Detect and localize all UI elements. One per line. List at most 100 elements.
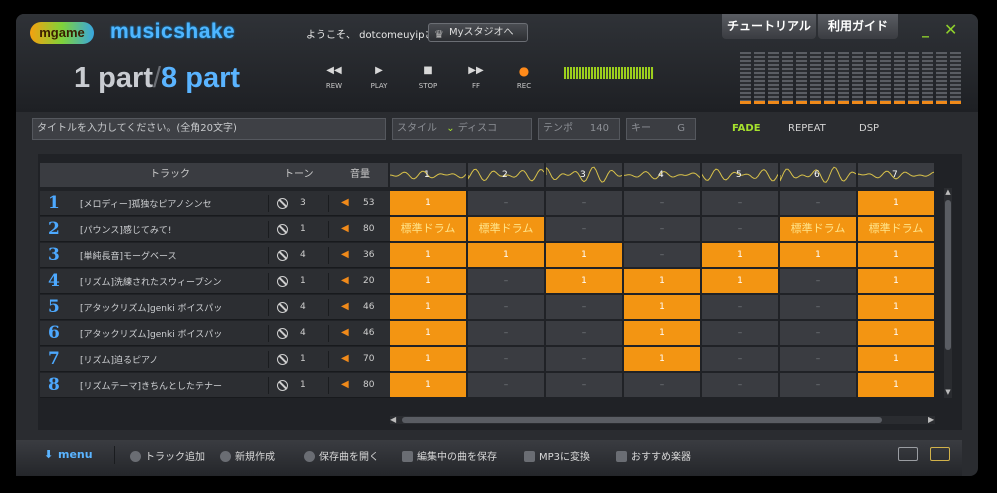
track-tone[interactable]: 1	[300, 354, 306, 364]
mute-icon[interactable]	[277, 276, 288, 287]
pattern-cell[interactable]: 1	[390, 191, 466, 215]
pattern-cell[interactable]: 1	[624, 321, 700, 345]
mute-icon[interactable]	[277, 328, 288, 339]
track-name[interactable]: [パウンス]感じてみて!	[80, 223, 270, 236]
pattern-cell[interactable]: 1	[468, 243, 544, 267]
scroll-right-icon[interactable]: ▶	[928, 415, 934, 424]
volume-icon[interactable]: ◀	[341, 197, 349, 208]
track-tone[interactable]: 3	[300, 198, 306, 208]
pattern-cell[interactable]: –	[624, 217, 700, 241]
new-song-button[interactable]: 新規作成	[220, 448, 275, 463]
logo[interactable]: mgame	[30, 22, 94, 44]
tab-guide[interactable]: 利用ガイド	[818, 14, 898, 39]
recommended-instruments-button[interactable]: おすすめ楽器	[616, 448, 691, 463]
mute-icon[interactable]	[277, 250, 288, 261]
tab-tutorial[interactable]: チュートリアル	[722, 14, 816, 39]
track-name[interactable]: [アタックリズム]genki ボイスパッ	[80, 301, 270, 314]
volume-icon[interactable]: ◀	[341, 275, 349, 286]
pattern-cell[interactable]: 1	[624, 295, 700, 319]
menu-button[interactable]: ⬇ menu	[42, 446, 124, 464]
horizontal-scroll-thumb[interactable]	[402, 417, 882, 423]
tempo-field[interactable]: テンポ 140	[538, 118, 620, 140]
pattern-cell[interactable]: 1	[390, 243, 466, 267]
pattern-cell[interactable]: –	[468, 321, 544, 345]
scroll-up-icon[interactable]: ▲	[944, 188, 952, 196]
pattern-cell[interactable]: 1	[390, 321, 466, 345]
repeat-toggle[interactable]: REPEAT	[788, 123, 826, 134]
volume-icon[interactable]: ◀	[341, 223, 349, 234]
track-volume[interactable]: 80	[363, 224, 374, 234]
mute-icon[interactable]	[277, 198, 288, 209]
pattern-cell[interactable]: 1	[780, 243, 856, 267]
pattern-cell[interactable]: –	[546, 373, 622, 397]
pattern-cell[interactable]: 1	[390, 373, 466, 397]
pattern-cell[interactable]: 1	[858, 191, 934, 215]
dsp-toggle[interactable]: DSP	[859, 123, 879, 134]
window-view-icon[interactable]	[898, 447, 918, 461]
track-row[interactable]: 5 [アタックリズム]genki ボイスパッ 4 ◀ 46	[40, 295, 391, 320]
pattern-cell[interactable]: –	[468, 269, 544, 293]
measure-header[interactable]: 7	[858, 163, 934, 187]
mute-icon[interactable]	[277, 380, 288, 391]
track-row[interactable]: 8 [リズムテーマ]きちんとしたテナー 1 ◀ 80	[40, 373, 391, 398]
mute-icon[interactable]	[277, 354, 288, 365]
pattern-cell[interactable]: 標準ドラム	[390, 217, 466, 241]
pattern-cell[interactable]: –	[624, 373, 700, 397]
pattern-cell[interactable]: 標準ドラム	[468, 217, 544, 241]
pattern-cell[interactable]: –	[780, 347, 856, 371]
volume-icon[interactable]: ◀	[341, 327, 349, 338]
track-tone[interactable]: 1	[300, 276, 306, 286]
pattern-cell[interactable]: –	[780, 191, 856, 215]
pattern-cell[interactable]: –	[780, 321, 856, 345]
pattern-cell[interactable]: 1	[546, 269, 622, 293]
volume-icon[interactable]: ◀	[341, 353, 349, 364]
pattern-cell[interactable]: –	[780, 373, 856, 397]
track-row[interactable]: 1 [メロディー]孤独なピアノシンセ 3 ◀ 53	[40, 191, 391, 216]
pattern-cell[interactable]: –	[468, 373, 544, 397]
pattern-cell[interactable]: –	[702, 217, 778, 241]
play-button[interactable]: ▶ PLAY	[359, 64, 399, 90]
pattern-cell[interactable]: –	[702, 373, 778, 397]
pattern-cell[interactable]: 1	[702, 269, 778, 293]
pattern-cell[interactable]: 1	[390, 347, 466, 371]
pattern-cell[interactable]: –	[546, 347, 622, 371]
pattern-cell[interactable]: –	[702, 295, 778, 319]
pattern-cell[interactable]: –	[468, 295, 544, 319]
track-row[interactable]: 7 [リズム]迫るピアノ 1 ◀ 70	[40, 347, 391, 372]
pattern-cell[interactable]: 1	[858, 295, 934, 319]
track-row[interactable]: 3 [単純長音]モーグベース 4 ◀ 36	[40, 243, 391, 268]
add-track-button[interactable]: トラック追加	[130, 448, 205, 463]
track-tone[interactable]: 1	[300, 224, 306, 234]
track-volume[interactable]: 80	[363, 380, 374, 390]
mute-icon[interactable]	[277, 224, 288, 235]
horizontal-scrollbar[interactable]: ◀ ▶	[390, 415, 935, 424]
track-tone[interactable]: 4	[300, 250, 306, 260]
track-name[interactable]: [単純長音]モーグベース	[80, 249, 270, 262]
pattern-cell[interactable]: 1	[858, 243, 934, 267]
pattern-cell[interactable]: 1	[546, 243, 622, 267]
fade-toggle[interactable]: FADE	[732, 123, 761, 134]
mystudio-button[interactable]: ♛ Myスタジオへ	[428, 23, 528, 42]
measure-header[interactable]: 4	[624, 163, 700, 187]
measure-header[interactable]: 2	[468, 163, 544, 187]
pattern-cell[interactable]: –	[624, 243, 700, 267]
compact-view-icon[interactable]	[930, 447, 950, 461]
track-tone[interactable]: 4	[300, 328, 306, 338]
pattern-cell[interactable]: –	[468, 191, 544, 215]
pattern-cell[interactable]: –	[702, 191, 778, 215]
pattern-cell[interactable]: –	[546, 295, 622, 319]
minimize-icon[interactable]: _	[922, 23, 934, 37]
vertical-scrollbar[interactable]: ▲ ▼	[944, 188, 952, 398]
track-name[interactable]: [リズム]洗練されたスウィープシン	[80, 275, 270, 288]
track-volume[interactable]: 70	[363, 354, 374, 364]
ff-button[interactable]: ▶▶ FF	[456, 64, 496, 90]
mute-icon[interactable]	[277, 302, 288, 313]
rec-button[interactable]: ● REC	[504, 64, 544, 90]
title-input[interactable]: タイトルを入力してください。(全角20文字)	[32, 118, 386, 140]
rew-button[interactable]: ◀◀ REW	[314, 64, 354, 90]
pattern-cell[interactable]: 1	[390, 269, 466, 293]
track-volume[interactable]: 36	[363, 250, 374, 260]
stop-button[interactable]: ■ STOP	[408, 64, 448, 90]
mp3-convert-button[interactable]: MP3に変換	[524, 448, 590, 463]
pattern-cell[interactable]: 1	[858, 269, 934, 293]
